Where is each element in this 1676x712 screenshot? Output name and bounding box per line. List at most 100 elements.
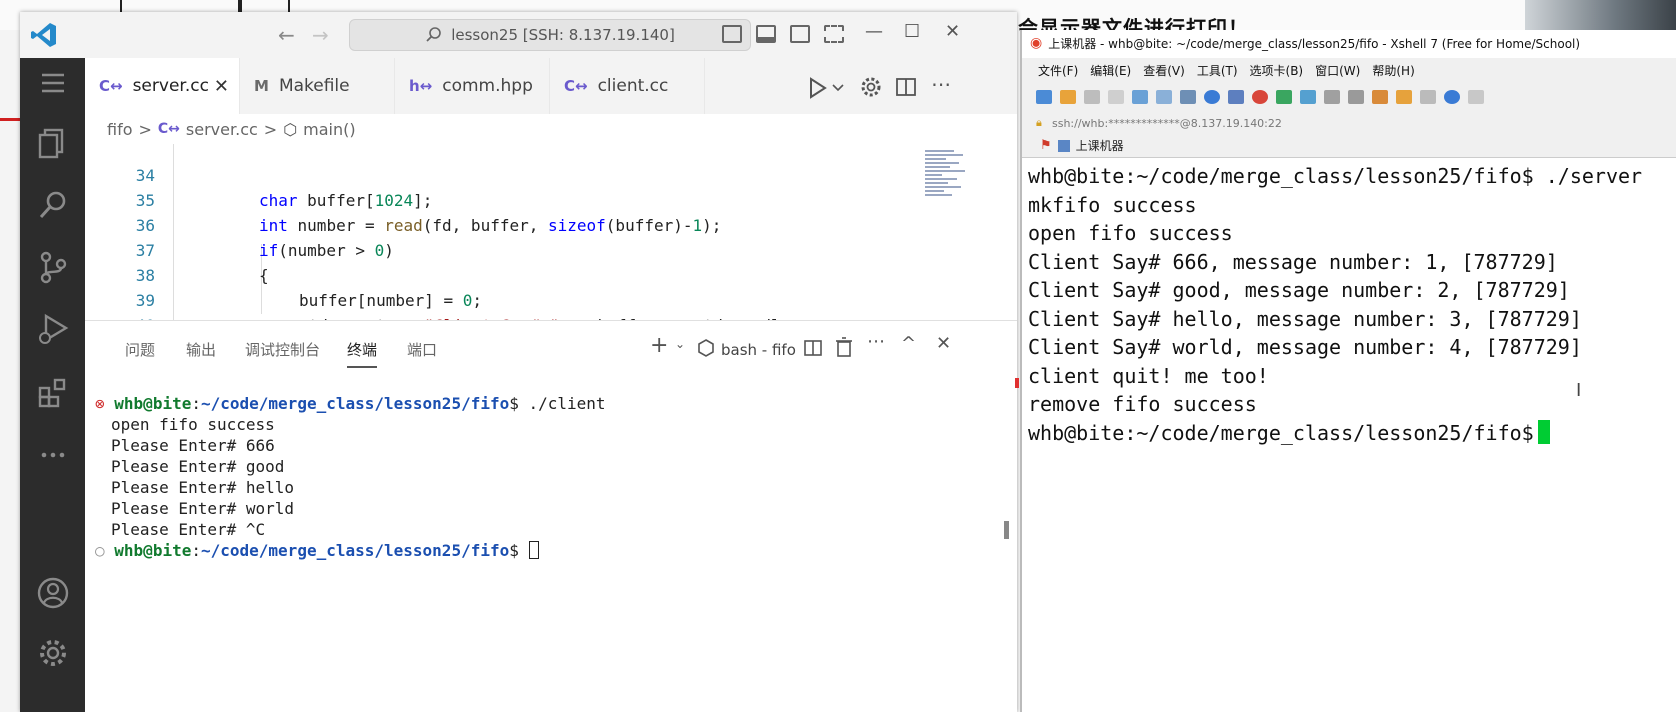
title-bar: ← → lesson25 [SSH: 8.137.19.140] — ☐ ✕ [20,12,1017,58]
lock-icon[interactable] [1324,90,1340,104]
properties-icon[interactable] [1132,90,1148,104]
toggle-panel-icon[interactable] [756,25,776,43]
tab-label: client.cc [597,76,669,96]
menu-view[interactable]: 查看(V) [1143,62,1185,79]
find-icon[interactable] [1156,90,1172,104]
lock-icon: 🔒︎ [1036,116,1042,129]
terminal-line: Please Enter# world [111,499,295,518]
terminal-scrollbar[interactable] [1004,521,1009,539]
xftp-icon[interactable] [1252,90,1268,104]
terminal-output[interactable]: ⊗ whb@bite:~/code/merge_class/lesson25/f… [95,393,606,561]
panel-tab-debug-console[interactable]: 调试控制台 [245,339,320,360]
split-editor-icon[interactable] [895,76,917,98]
settings-gear-icon[interactable] [36,636,70,670]
back-arrow-icon[interactable]: ← [278,23,295,47]
extensions-icon[interactable] [36,376,70,410]
close-panel-icon[interactable]: ✕ [936,333,951,354]
options-icon[interactable] [1420,90,1436,104]
xshell-terminal[interactable]: whb@bite:~/code/merge_class/lesson25/fif… [1028,162,1642,447]
menu-window[interactable]: 窗口(W) [1315,62,1360,79]
tab-comm-hpp[interactable]: h↔ comm.hpp [395,58,550,114]
breadcrumb: fifo > C↔ server.cc > ⬡ main() [85,114,1017,144]
code-line: 34 char buffer[1024]; [85,144,1017,210]
tab-client-cc[interactable]: C↔ client.cc [550,58,705,114]
open-folder-icon[interactable] [1060,90,1076,104]
session-icon [1057,139,1070,152]
command-center[interactable]: lesson25 [SSH: 8.137.19.140] [349,19,751,51]
chevron-right-icon: > [138,119,152,139]
transfer-icon[interactable] [1276,90,1292,104]
customize-layout-icon[interactable] [824,25,844,43]
terminal-line: client quit! me too! [1028,363,1269,388]
settings-gear-icon[interactable] [860,76,882,98]
text-cursor-icon: I [1576,380,1582,401]
more-actions-icon[interactable]: ⋯ [867,331,885,352]
maximize-icon[interactable]: ☐ [904,21,920,42]
breadcrumb-folder[interactable]: fifo [107,120,133,139]
hpp-file-icon: h↔ [409,77,433,95]
script-icon[interactable] [1372,90,1388,104]
menu-file[interactable]: 文件(F) [1038,62,1078,79]
reconnect-icon[interactable] [1084,90,1100,104]
search-icon[interactable] [36,188,70,222]
run-file-icon[interactable] [805,76,845,100]
code-editor[interactable]: 34 char buffer[1024]; 35 int number = re… [85,144,1017,320]
tab-server-cc[interactable]: C↔ server.cc ✕ [85,58,240,114]
tab-makefile[interactable]: M Makefile [240,58,395,114]
panel-tab-terminal[interactable]: 终端 [347,339,378,368]
terminal-line: Client Say# hello, message number: 3, [7… [1028,306,1582,331]
chevron-down-icon[interactable]: ⌄ [675,337,685,351]
command-center-label: lesson25 [SSH: 8.137.19.140] [451,26,675,44]
terminal-line: Please Enter# hello [111,478,295,497]
breadcrumb-file[interactable]: server.cc [186,120,258,139]
layout-icon[interactable] [1180,90,1196,104]
forward-arrow-icon[interactable]: → [312,23,329,47]
close-tab-icon[interactable]: ✕ [214,76,229,97]
menu-tools[interactable]: 工具(T) [1197,62,1238,79]
more-actions-icon[interactable]: ⋯ [931,72,951,96]
globe-icon[interactable] [1204,90,1220,104]
fullscreen-icon[interactable] [1300,90,1316,104]
breadcrumb-symbol[interactable]: main() [303,120,355,139]
makefile-icon: M [254,77,269,95]
menu-help[interactable]: 帮助(H) [1372,62,1414,79]
panel-tab-output[interactable]: 输出 [186,339,216,360]
panel-tab-ports[interactable]: 端口 [407,339,437,360]
xshell-address-bar[interactable]: 🔒︎ ssh://whb:*************@8.137.19.140:… [1022,112,1676,134]
explorer-icon[interactable] [36,126,70,160]
vscode-window: ← → lesson25 [SSH: 8.137.19.140] — ☐ ✕ C… [20,12,1017,712]
font-icon[interactable] [1228,90,1244,104]
menu-tabs[interactable]: 选项卡(B) [1250,62,1304,79]
trash-icon[interactable] [835,337,853,357]
close-window-icon[interactable]: ✕ [945,21,960,42]
terminal-prompt-line: whb@bite:~/code/merge_class/lesson25/fif… [1028,419,1642,448]
run-debug-icon[interactable] [36,312,70,346]
terminal-line: Please Enter# 666 [111,436,275,455]
terminal-name[interactable]: bash - fifo [721,341,796,359]
toggle-sidebar-icon[interactable] [722,25,742,43]
terminal-cursor [1537,419,1550,444]
tunnel-icon[interactable] [1396,90,1412,104]
keyboard-icon[interactable] [1348,90,1364,104]
help-icon[interactable] [1444,90,1460,104]
account-icon[interactable] [36,576,70,610]
xshell-toolbar [1022,82,1676,112]
search-icon [426,27,441,42]
new-terminal-plus-icon[interactable]: + [650,333,668,358]
source-control-icon[interactable] [36,250,70,284]
more-icon[interactable] [36,438,70,472]
disconnect-icon[interactable] [1108,90,1124,104]
chat-icon[interactable] [1468,90,1484,104]
menu-icon[interactable] [36,66,70,100]
minimize-icon[interactable]: — [865,21,883,42]
new-session-icon[interactable] [1036,90,1052,104]
error-status-icon: ⊗ [95,394,105,413]
menu-edit[interactable]: 编辑(E) [1090,62,1131,79]
panel-tab-problems[interactable]: 问题 [125,339,155,360]
maximize-panel-icon[interactable]: ^ [901,333,916,354]
vscode-logo-icon [31,23,56,47]
session-tab[interactable]: 上课机器 [1076,137,1124,154]
toggle-secondary-sidebar-icon[interactable] [790,25,810,43]
split-terminal-icon[interactable] [803,339,823,357]
minimap[interactable] [925,148,967,244]
